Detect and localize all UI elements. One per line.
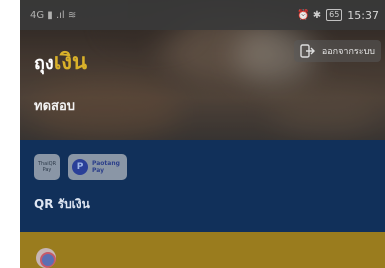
status-icons: ⏰ ✱	[297, 9, 322, 21]
signal-indicators: 4G ▮ .ıl ≋	[30, 9, 77, 21]
app-screen: 4G ▮ .ıl ≋ ⏰ ✱ 65 15:37 ถุงเงิน ออกจากระ…	[20, 0, 385, 268]
username: ทดสอบ	[34, 99, 76, 114]
thaiqr-pay-badge: ThaiQR Pay	[34, 154, 60, 180]
battery-icon: 65	[326, 9, 343, 21]
paotang-text-line2: Pay	[92, 167, 105, 174]
qr-receive-label: QR รับเงิน	[34, 197, 90, 211]
logout-label: ออกจากระบบ	[321, 47, 375, 57]
app-logo: ถุงเงิน	[34, 44, 87, 79]
next-card[interactable]	[20, 232, 385, 268]
clock: 15:37	[347, 8, 379, 22]
paotang-pay-badge: P Paotang Pay	[68, 154, 127, 180]
service-icon	[36, 248, 56, 268]
paotang-logo-icon: P	[72, 159, 88, 175]
status-bar: 4G ▮ .ıl ≋ ⏰ ✱ 65 15:37	[20, 0, 385, 30]
logout-button[interactable]: ออกจากระบบ	[293, 40, 381, 62]
paotang-text-line1: Paotang	[92, 160, 120, 167]
logout-icon	[300, 44, 315, 58]
header-background: 4G ▮ .ıl ≋ ⏰ ✱ 65 15:37 ถุงเงิน ออกจากระ…	[20, 0, 385, 140]
logo-text-part1: ถุง	[34, 53, 54, 74]
logo-text-part2: เงิน	[53, 50, 87, 75]
qr-receive-card[interactable]: ThaiQR Pay P Paotang Pay QR รับเงิน	[20, 140, 385, 232]
